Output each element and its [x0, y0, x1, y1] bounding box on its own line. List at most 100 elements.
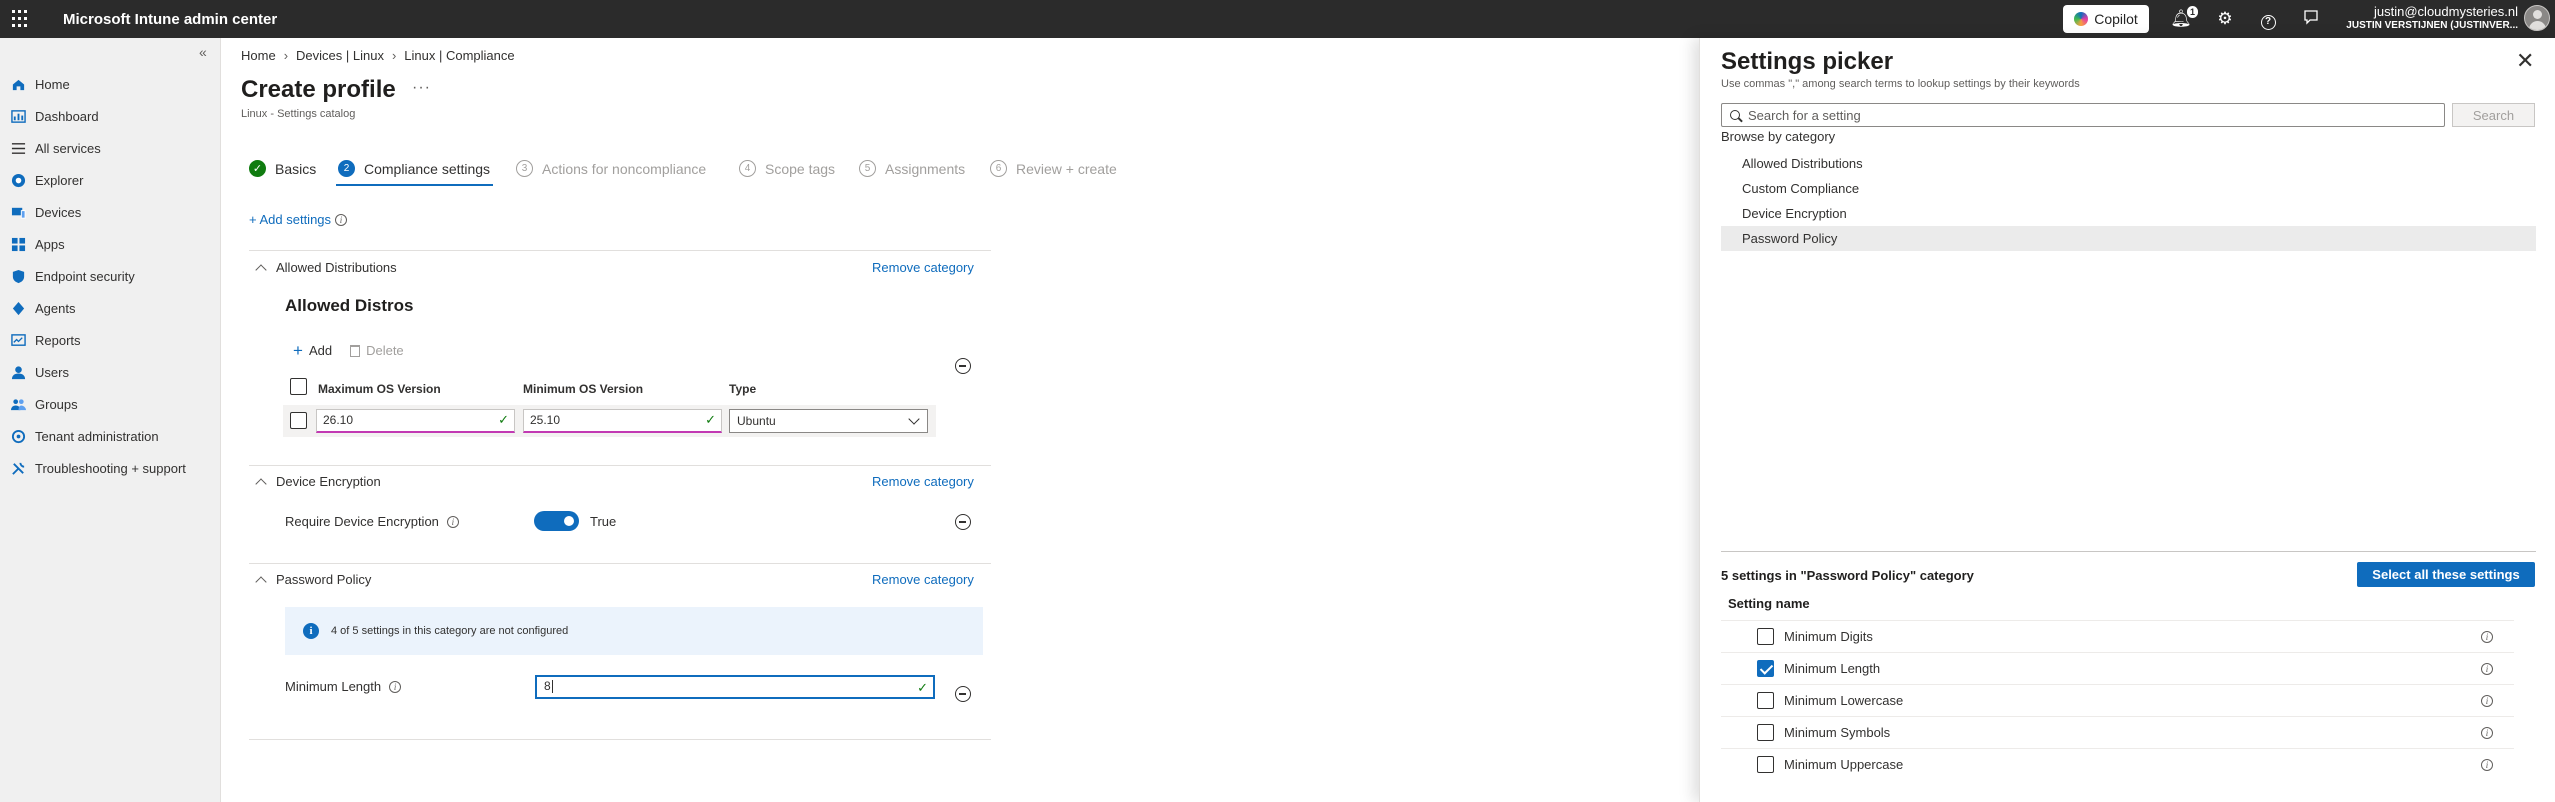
sidebar-item-troubleshooting[interactable]: Troubleshooting + support: [0, 452, 221, 484]
sidebar-item-home[interactable]: Home: [0, 68, 221, 100]
tab-assignments[interactable]: 5 Assignments: [859, 160, 965, 177]
collapse-sidebar-icon[interactable]: «: [199, 44, 207, 60]
remove-category-button[interactable]: Remove category: [872, 260, 974, 275]
step-number: 6: [990, 160, 1007, 177]
require-encryption-toggle[interactable]: [534, 511, 579, 531]
category-header-password-policy[interactable]: Password Policy: [255, 572, 372, 588]
remove-category-button[interactable]: Remove category: [872, 474, 974, 489]
category-name: Password Policy: [276, 572, 372, 587]
info-icon[interactable]: i: [2481, 759, 2493, 771]
close-icon[interactable]: ✕: [2516, 48, 2534, 74]
row-checkbox[interactable]: [290, 412, 307, 429]
info-icon[interactable]: i: [2481, 727, 2493, 739]
search-button[interactable]: Search: [2452, 103, 2535, 127]
setting-checkbox[interactable]: [1757, 724, 1774, 741]
tab-compliance-settings[interactable]: 2 Compliance settings: [338, 160, 490, 177]
dashboard-icon: [10, 108, 27, 125]
max-os-version-field[interactable]: 26.10 ✓: [316, 409, 515, 433]
browse-by-category-label: Browse by category: [1721, 129, 1836, 144]
min-os-version-field[interactable]: 25.10 ✓: [523, 409, 722, 433]
select-all-settings-button[interactable]: Select all these settings: [2357, 562, 2535, 587]
tab-basics[interactable]: ✓ Basics: [249, 160, 316, 177]
setting-checkbox[interactable]: [1757, 756, 1774, 773]
column-header: Maximum OS Version: [318, 382, 441, 396]
category-allowed-distributions[interactable]: Allowed Distributions: [1721, 151, 2536, 176]
app-title[interactable]: Microsoft Intune admin center: [63, 11, 277, 28]
info-icon[interactable]: i: [2481, 695, 2493, 707]
sidebar-item-apps[interactable]: Apps: [0, 228, 221, 260]
breadcrumb-linux-compliance[interactable]: Linux | Compliance: [404, 48, 514, 63]
sidebar-item-label: Users: [35, 364, 69, 380]
apps-icon: [10, 236, 27, 253]
info-icon[interactable]: i: [2481, 663, 2493, 675]
category-device-encryption[interactable]: Device Encryption: [1721, 201, 2536, 226]
info-icon[interactable]: i: [389, 680, 402, 693]
info-message-bar: i 4 of 5 settings in this category are n…: [285, 607, 983, 655]
feedback-icon[interactable]: [2300, 9, 2322, 30]
sidebar-item-label: Apps: [35, 236, 65, 252]
tab-actions-for-noncompliance[interactable]: 3 Actions for noncompliance: [516, 160, 706, 177]
sidebar: « Home Dashboard All services Explorer D…: [0, 38, 221, 802]
sidebar-item-endpoint-security[interactable]: Endpoint security: [0, 260, 221, 292]
sidebar-item-label: Troubleshooting + support: [35, 460, 186, 476]
add-settings-link[interactable]: + Add settings i: [249, 212, 348, 227]
column-header-setting-name: Setting name: [1728, 596, 1810, 611]
field-value: 8: [544, 679, 551, 693]
sidebar-item-agents[interactable]: Agents: [0, 292, 221, 324]
category-custom-compliance[interactable]: Custom Compliance: [1721, 176, 2536, 201]
list-item: Minimum Uppercase i: [1721, 748, 2514, 780]
distro-type-dropdown[interactable]: Ubuntu: [729, 409, 928, 433]
minimum-length-field[interactable]: 8 ✓: [535, 675, 935, 699]
sidebar-item-dashboard[interactable]: Dashboard: [0, 100, 221, 132]
tab-scope-tags[interactable]: 4 Scope tags: [739, 160, 835, 177]
gear-icon[interactable]: ⚙: [2214, 9, 2236, 29]
category-password-policy[interactable]: Password Policy: [1721, 226, 2536, 251]
page-title: Create profile: [241, 76, 396, 103]
app-launcher-icon[interactable]: [12, 10, 30, 28]
user-account[interactable]: justin@cloudmysteries.nl JUSTIN VERSTIJN…: [2320, 4, 2518, 31]
list-item: Minimum Length i: [1721, 652, 2514, 684]
field-value: 25.10: [530, 413, 561, 427]
search-input[interactable]: Search for a setting: [1721, 103, 2445, 127]
text-caret: [551, 680, 553, 694]
category-header-allowed-distributions[interactable]: Allowed Distributions: [255, 260, 397, 276]
setting-checkbox[interactable]: [1757, 660, 1774, 677]
sidebar-item-explorer[interactable]: Explorer: [0, 164, 221, 196]
setting-checkbox[interactable]: [1757, 692, 1774, 709]
step-label: Assignments: [885, 160, 966, 177]
sidebar-item-all-services[interactable]: All services: [0, 132, 221, 164]
sidebar-item-users[interactable]: Users: [0, 356, 221, 388]
tab-review-create[interactable]: 6 Review + create: [990, 160, 1117, 177]
step-number: 3: [516, 160, 533, 177]
tenant-icon: [10, 428, 27, 445]
delete-row-button[interactable]: Delete: [350, 343, 404, 358]
select-all-rows-checkbox[interactable]: [290, 378, 307, 395]
info-icon: i: [303, 623, 319, 639]
info-icon[interactable]: i: [335, 213, 348, 226]
help-icon[interactable]: ?: [2257, 9, 2279, 30]
breadcrumb-devices-linux[interactable]: Devices | Linux: [296, 48, 384, 63]
copilot-button[interactable]: Copilot: [2063, 5, 2149, 33]
settings-list: Minimum Digits i Minimum Length i Minimu…: [1721, 620, 2514, 780]
sidebar-item-label: Explorer: [35, 172, 84, 188]
category-header-device-encryption[interactable]: Device Encryption: [255, 474, 381, 490]
remove-setting-icon[interactable]: [955, 514, 971, 530]
setting-name: Require Device Encryption: [285, 514, 439, 529]
remove-setting-icon[interactable]: [955, 686, 971, 702]
info-icon[interactable]: i: [446, 515, 459, 528]
sidebar-item-groups[interactable]: Groups: [0, 388, 221, 420]
info-icon[interactable]: i: [2481, 631, 2493, 643]
add-row-button[interactable]: + Add: [293, 342, 332, 359]
setting-checkbox[interactable]: [1757, 628, 1774, 645]
delete-label: Delete: [366, 343, 404, 358]
sidebar-item-reports[interactable]: Reports: [0, 324, 221, 356]
breadcrumb-home[interactable]: Home: [241, 48, 276, 63]
sidebar-item-devices[interactable]: Devices: [0, 196, 221, 228]
sidebar-item-tenant-administration[interactable]: Tenant administration: [0, 420, 221, 452]
remove-category-button[interactable]: Remove category: [872, 572, 974, 587]
chevron-right-icon: ›: [391, 48, 397, 63]
remove-setting-icon[interactable]: [955, 358, 971, 374]
list-item: Minimum Lowercase i: [1721, 684, 2514, 716]
avatar[interactable]: [2524, 5, 2550, 31]
more-options-icon[interactable]: ···: [412, 79, 431, 97]
